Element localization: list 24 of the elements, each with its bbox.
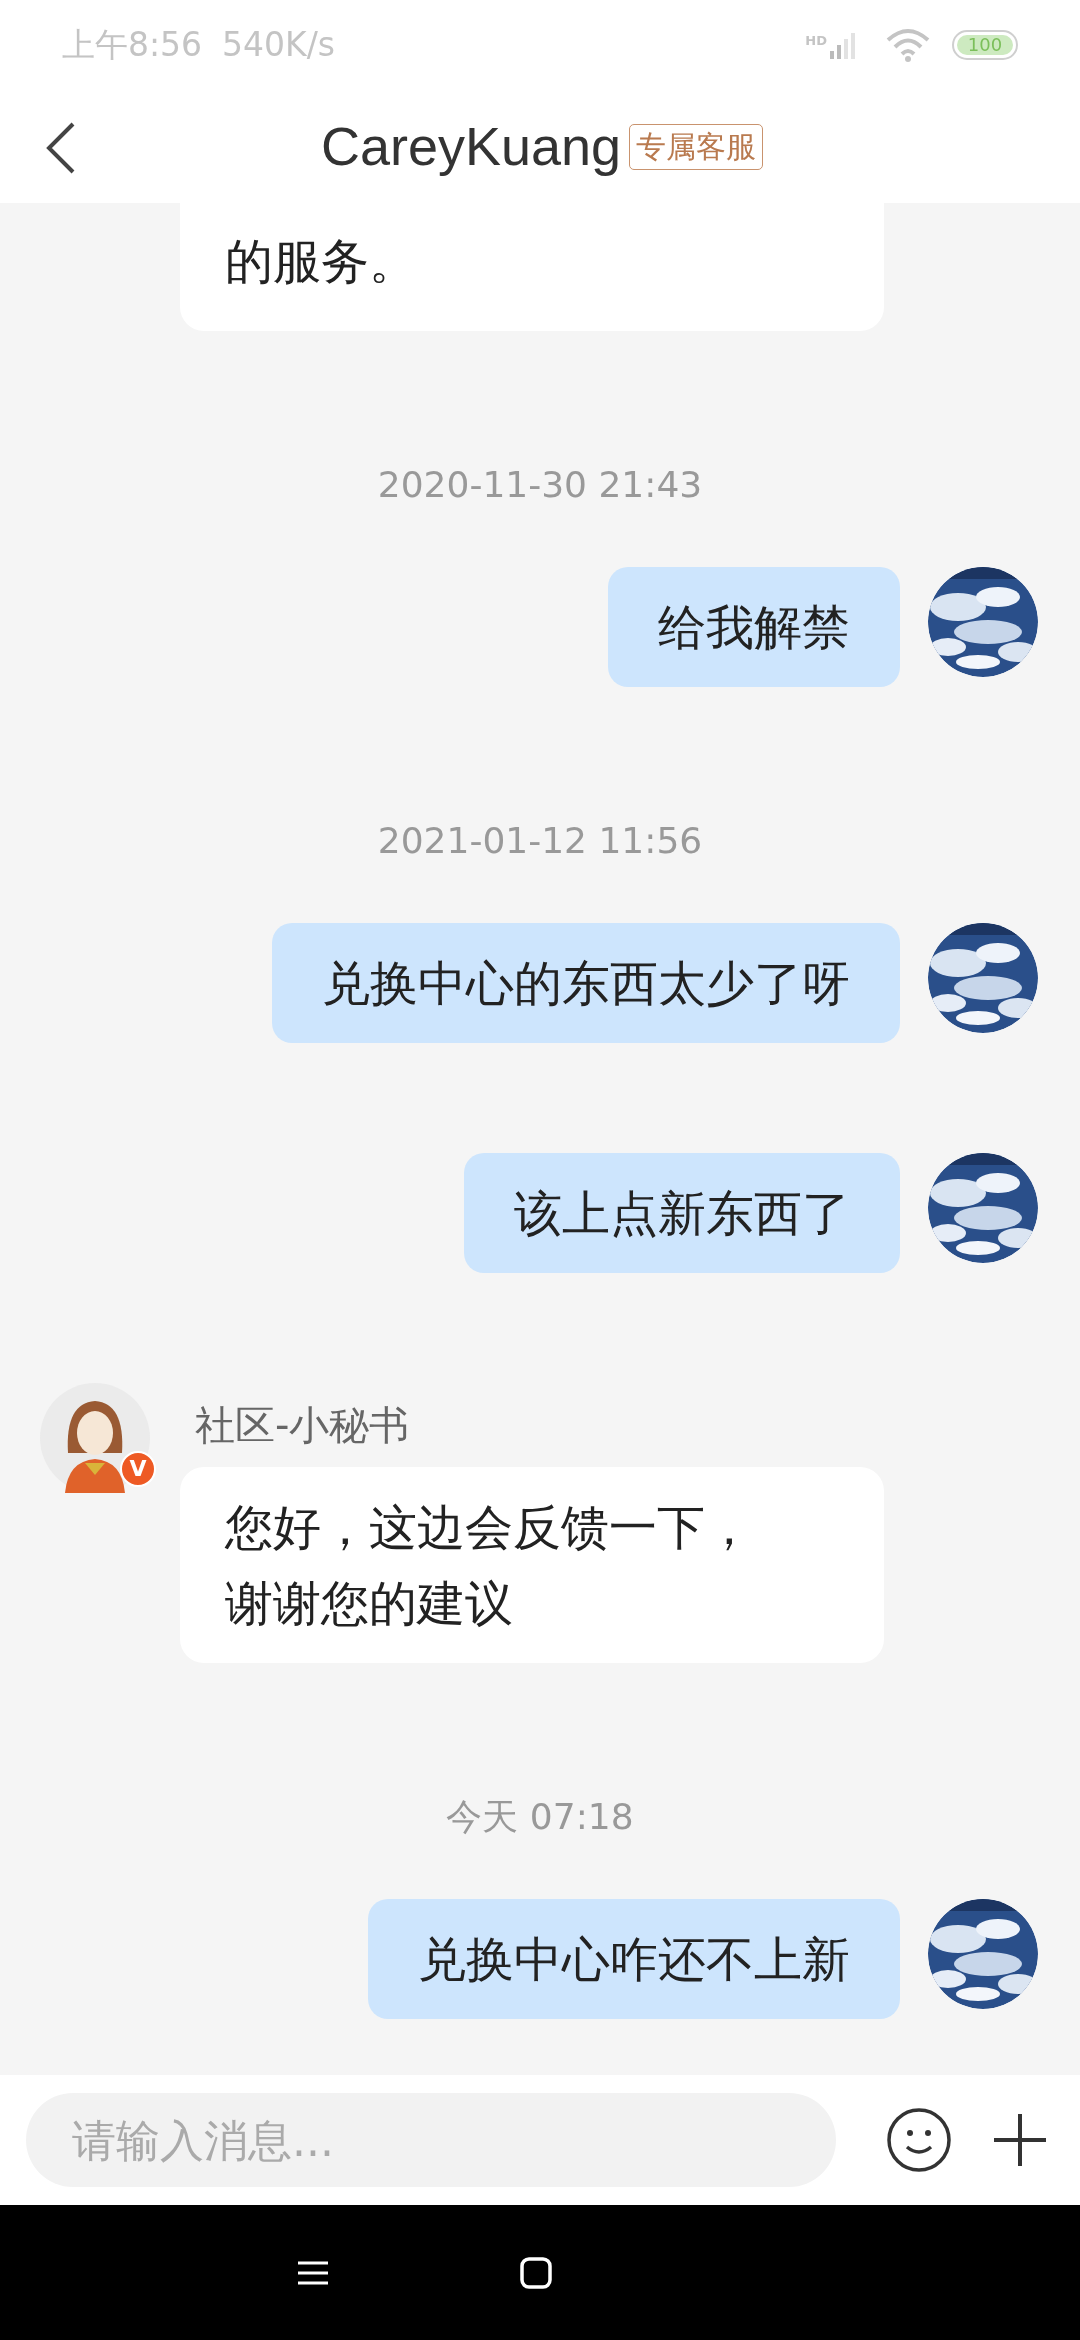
timestamp: 今天 07:18 — [446, 1795, 634, 1839]
status-time: 上午8:56 — [62, 24, 203, 67]
wifi-icon — [886, 28, 930, 62]
signal-icon — [830, 31, 858, 59]
emoji-icon[interactable] — [886, 2107, 952, 2173]
menu-icon[interactable] — [298, 2260, 328, 2285]
network-speed: 540K/s — [222, 24, 336, 67]
message-input[interactable]: 请输入消息... — [26, 2093, 836, 2187]
message-text: 兑换中心的东西太少了呀 — [322, 955, 850, 1011]
plus-icon[interactable] — [992, 2112, 1048, 2168]
message-text: 给我解禁 — [658, 599, 850, 655]
message-text: 兑换中心咋还不上新 — [418, 1931, 850, 1987]
sender-name: 社区-小秘书 — [195, 1401, 411, 1450]
battery-icon: 100 — [952, 30, 1018, 60]
chat-title: CareyKuang — [320, 115, 622, 178]
timestamp: 2021-01-12 11:56 — [377, 819, 703, 863]
service-tag: 专属客服 — [629, 123, 764, 170]
message-text: 您好，这边会反馈一下， 谢谢您的建议 — [225, 1499, 753, 1631]
message-text: 的服务。 — [225, 233, 417, 289]
home-icon[interactable] — [520, 2256, 552, 2289]
message-text: 该上点新东西了 — [514, 1185, 850, 1241]
timestamp: 2020-11-30 21:43 — [377, 463, 703, 507]
network-type: HD — [805, 32, 827, 50]
verified-badge: V — [120, 1451, 156, 1487]
